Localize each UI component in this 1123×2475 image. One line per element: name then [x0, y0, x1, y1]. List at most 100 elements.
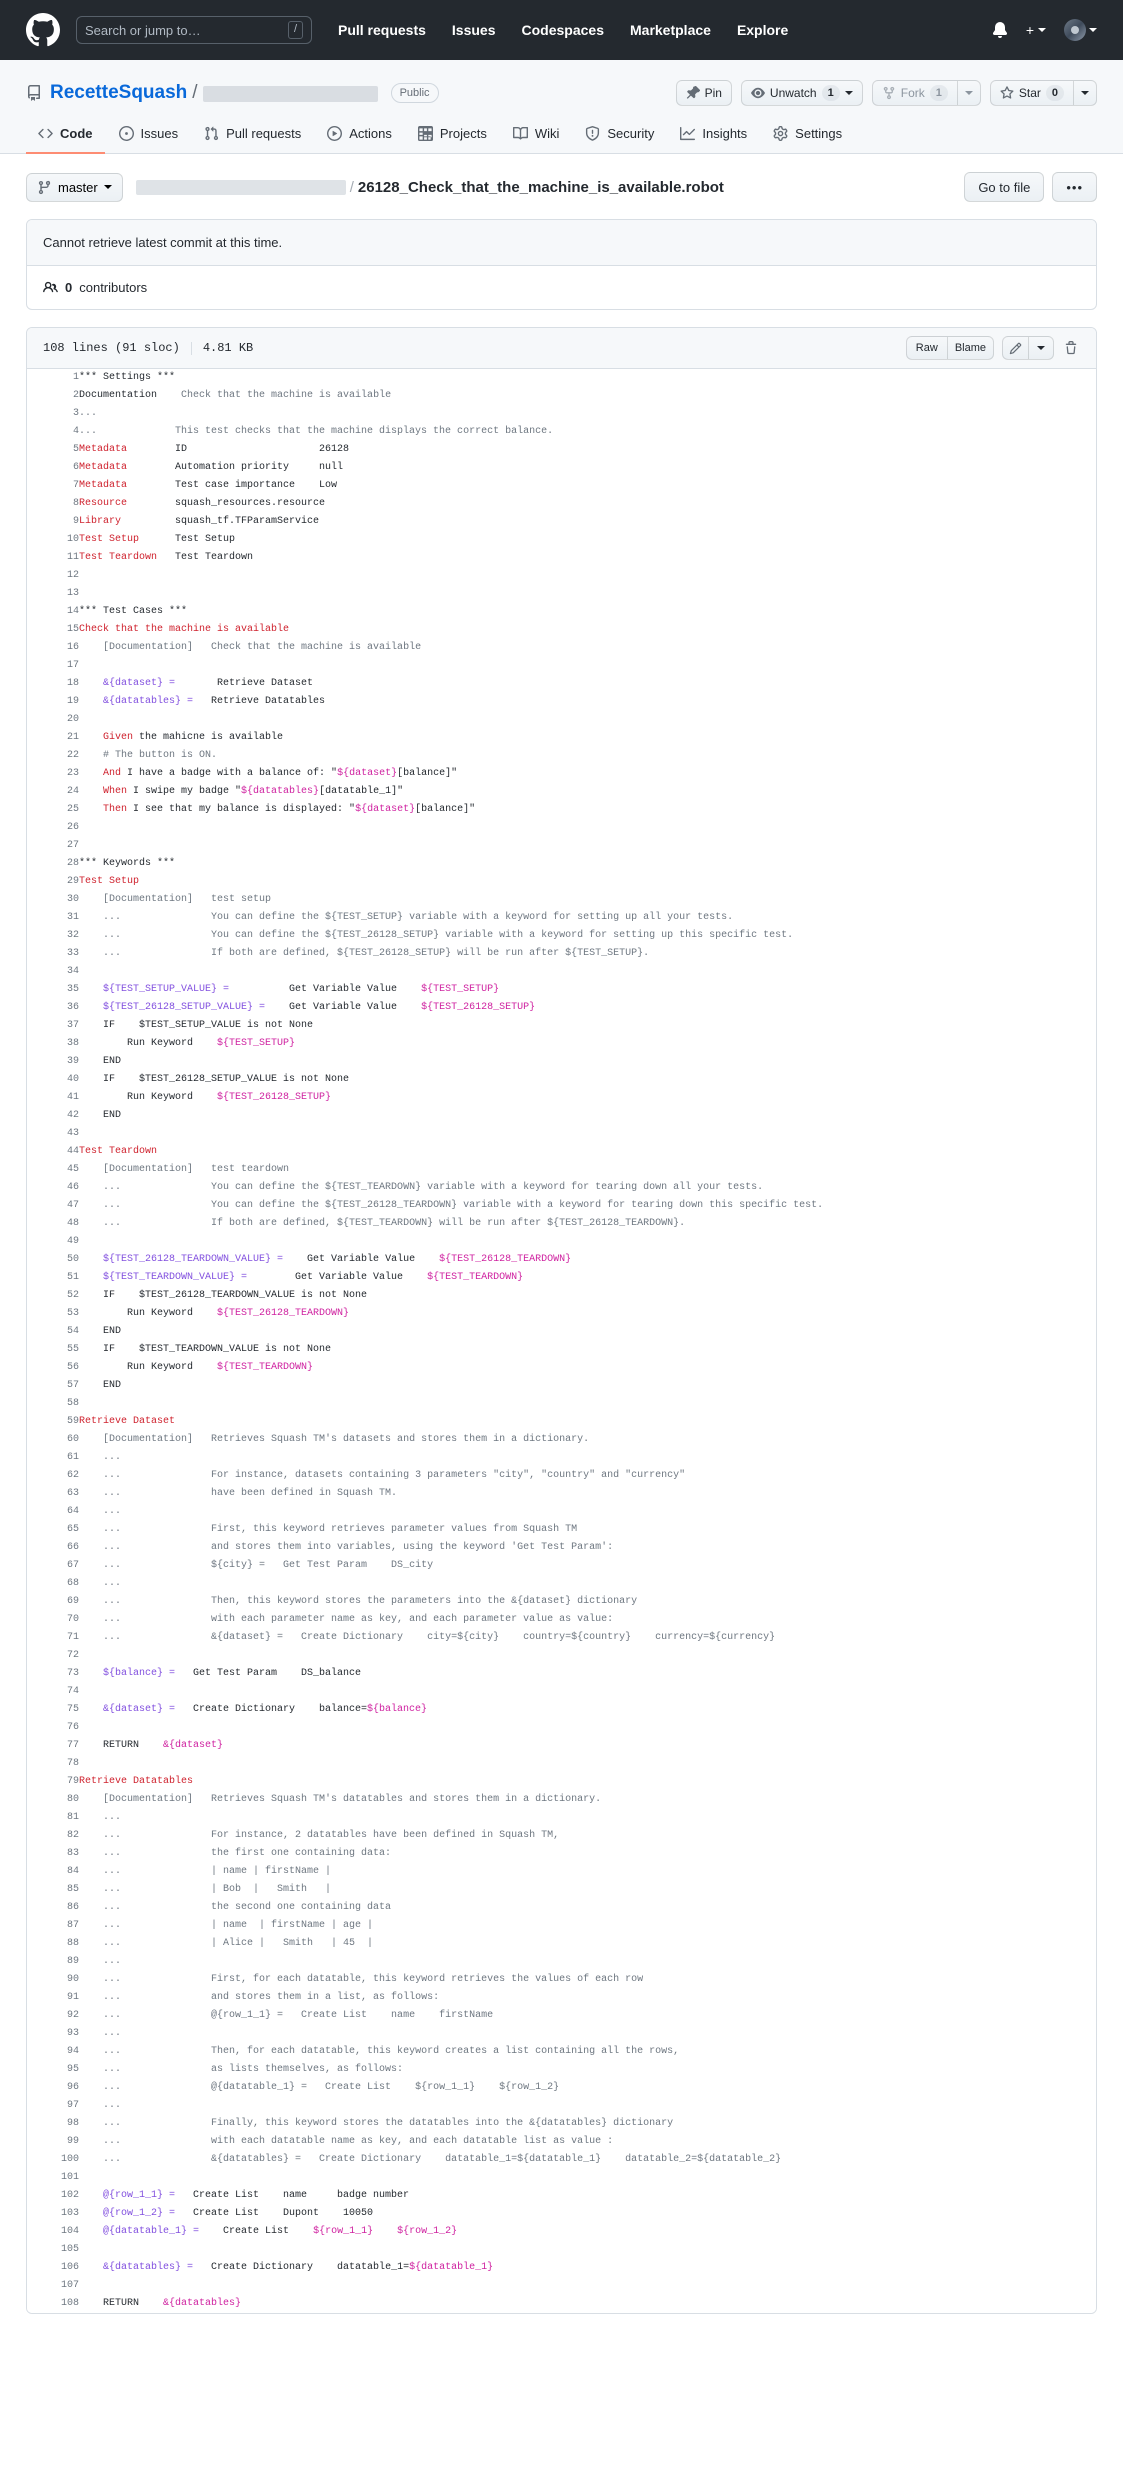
line-number[interactable]: 63: [27, 1485, 79, 1503]
create-new-button[interactable]: +: [1026, 22, 1046, 38]
line-number[interactable]: 100: [27, 2151, 79, 2169]
line-number[interactable]: 11: [27, 549, 79, 567]
line-number[interactable]: 40: [27, 1071, 79, 1089]
line-number[interactable]: 43: [27, 1125, 79, 1143]
line-number[interactable]: 19: [27, 693, 79, 711]
tab-wiki[interactable]: Wiki: [501, 119, 572, 154]
line-number[interactable]: 20: [27, 711, 79, 729]
line-number[interactable]: 91: [27, 1989, 79, 2007]
tab-security[interactable]: Security: [573, 119, 666, 154]
line-number[interactable]: 22: [27, 747, 79, 765]
line-number[interactable]: 36: [27, 999, 79, 1017]
line-number[interactable]: 13: [27, 585, 79, 603]
line-number[interactable]: 55: [27, 1341, 79, 1359]
more-options-button[interactable]: •••: [1052, 172, 1097, 202]
line-number[interactable]: 108: [27, 2295, 79, 2313]
line-number[interactable]: 18: [27, 675, 79, 693]
line-number[interactable]: 3: [27, 405, 79, 423]
line-number[interactable]: 77: [27, 1737, 79, 1755]
tab-code[interactable]: Code: [26, 119, 105, 154]
line-number[interactable]: 31: [27, 909, 79, 927]
line-number[interactable]: 104: [27, 2223, 79, 2241]
line-number[interactable]: 61: [27, 1449, 79, 1467]
branch-selector-button[interactable]: master: [26, 172, 123, 202]
nav-issues[interactable]: Issues: [452, 22, 496, 38]
user-menu[interactable]: [1064, 19, 1097, 41]
line-number[interactable]: 74: [27, 1683, 79, 1701]
line-number[interactable]: 105: [27, 2241, 79, 2259]
tab-pull-requests[interactable]: Pull requests: [192, 119, 313, 154]
line-number[interactable]: 47: [27, 1197, 79, 1215]
line-number[interactable]: 69: [27, 1593, 79, 1611]
repo-name-redacted[interactable]: [202, 86, 378, 102]
line-number[interactable]: 45: [27, 1161, 79, 1179]
line-number[interactable]: 6: [27, 459, 79, 477]
nav-pull-requests[interactable]: Pull requests: [338, 22, 426, 38]
line-number[interactable]: 33: [27, 945, 79, 963]
line-number[interactable]: 46: [27, 1179, 79, 1197]
line-number[interactable]: 99: [27, 2133, 79, 2151]
line-number[interactable]: 30: [27, 891, 79, 909]
nav-marketplace[interactable]: Marketplace: [630, 22, 711, 38]
line-number[interactable]: 71: [27, 1629, 79, 1647]
line-number[interactable]: 83: [27, 1845, 79, 1863]
line-number[interactable]: 107: [27, 2277, 79, 2295]
line-number[interactable]: 76: [27, 1719, 79, 1737]
line-number[interactable]: 93: [27, 2025, 79, 2043]
line-number[interactable]: 70: [27, 1611, 79, 1629]
line-number[interactable]: 44: [27, 1143, 79, 1161]
line-number[interactable]: 23: [27, 765, 79, 783]
line-number[interactable]: 49: [27, 1233, 79, 1251]
line-number[interactable]: 14: [27, 603, 79, 621]
line-number[interactable]: 94: [27, 2043, 79, 2061]
star-button[interactable]: Star 0: [989, 80, 1073, 106]
line-number[interactable]: 68: [27, 1575, 79, 1593]
line-number[interactable]: 35: [27, 981, 79, 999]
line-number[interactable]: 9: [27, 513, 79, 531]
line-number[interactable]: 37: [27, 1017, 79, 1035]
tab-insights[interactable]: Insights: [668, 119, 759, 154]
github-mark-icon[interactable]: [26, 13, 60, 47]
line-number[interactable]: 7: [27, 477, 79, 495]
star-dropdown-button[interactable]: [1073, 80, 1097, 106]
line-number[interactable]: 1: [27, 369, 79, 387]
nav-codespaces[interactable]: Codespaces: [522, 22, 604, 38]
line-number[interactable]: 92: [27, 2007, 79, 2025]
line-number[interactable]: 34: [27, 963, 79, 981]
line-number[interactable]: 79: [27, 1773, 79, 1791]
tab-issues[interactable]: Issues: [107, 119, 191, 154]
edit-dropdown-button[interactable]: [1028, 336, 1054, 360]
line-number[interactable]: 106: [27, 2259, 79, 2277]
line-number[interactable]: 56: [27, 1359, 79, 1377]
line-number[interactable]: 80: [27, 1791, 79, 1809]
line-number[interactable]: 75: [27, 1701, 79, 1719]
line-number[interactable]: 103: [27, 2205, 79, 2223]
line-number[interactable]: 4: [27, 423, 79, 441]
tab-settings[interactable]: Settings: [761, 119, 854, 154]
unwatch-button[interactable]: Unwatch 1: [740, 80, 863, 106]
fork-dropdown-button[interactable]: [956, 80, 981, 106]
line-number[interactable]: 8: [27, 495, 79, 513]
line-number[interactable]: 50: [27, 1251, 79, 1269]
line-number[interactable]: 54: [27, 1323, 79, 1341]
line-number[interactable]: 58: [27, 1395, 79, 1413]
line-number[interactable]: 52: [27, 1287, 79, 1305]
line-number[interactable]: 48: [27, 1215, 79, 1233]
line-number[interactable]: 17: [27, 657, 79, 675]
line-number[interactable]: 53: [27, 1305, 79, 1323]
line-number[interactable]: 65: [27, 1521, 79, 1539]
go-to-file-button[interactable]: Go to file: [964, 172, 1045, 202]
line-number[interactable]: 41: [27, 1089, 79, 1107]
line-number[interactable]: 90: [27, 1971, 79, 1989]
line-number[interactable]: 15: [27, 621, 79, 639]
line-number[interactable]: 72: [27, 1647, 79, 1665]
pin-button[interactable]: Pin: [675, 80, 732, 106]
line-number[interactable]: 57: [27, 1377, 79, 1395]
line-number[interactable]: 29: [27, 873, 79, 891]
line-number[interactable]: 98: [27, 2115, 79, 2133]
line-number[interactable]: 21: [27, 729, 79, 747]
line-number[interactable]: 25: [27, 801, 79, 819]
edit-file-button[interactable]: [1002, 336, 1028, 360]
line-number[interactable]: 78: [27, 1755, 79, 1773]
line-number[interactable]: 73: [27, 1665, 79, 1683]
